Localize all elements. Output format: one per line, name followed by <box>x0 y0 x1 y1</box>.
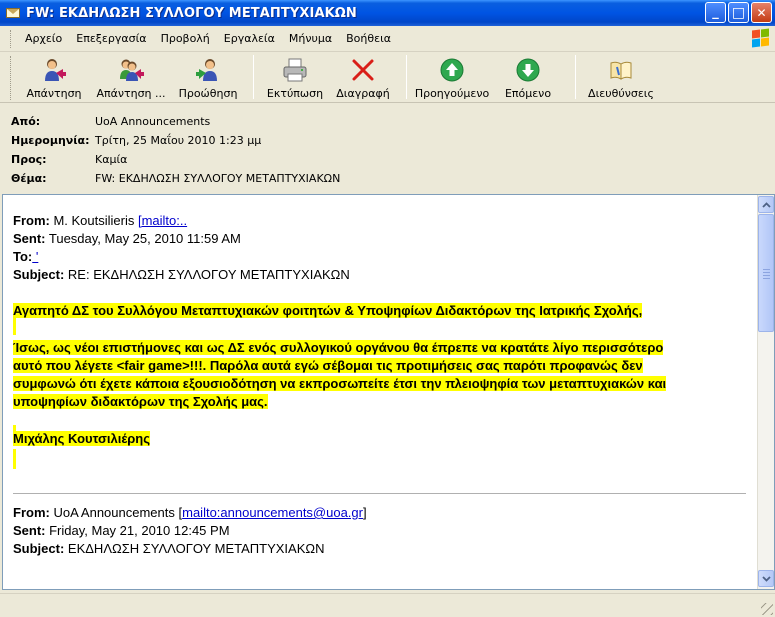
forward-button[interactable]: Προώθηση <box>171 53 245 101</box>
original-sent-line: Sent: Friday, May 21, 2010 12:45 PM <box>13 523 230 538</box>
from-value: UoA Announcements <box>95 114 211 128</box>
toolbar: Απάντηση Απάντηση ... Προώθηση Εκτύπωση … <box>0 53 775 103</box>
to-label: Προς: <box>11 152 47 166</box>
subject-value: FW: ΕΚΔΗΛΩΣΗ ΣΥΛΛΟΓΟΥ ΜΕΤΑΠΤΥΧΙΑΚΩΝ <box>95 171 341 185</box>
reply-label: Απάντηση <box>26 87 82 100</box>
quoted-subject-line: Subject: RE: ΕΚΔΗΛΩΣΗ ΣΥΛΛΟΓΟΥ ΜΕΤΑΠΤΥΧΙ… <box>13 267 350 282</box>
quoted-to-link[interactable]: ' <box>32 249 38 264</box>
scroll-down-button[interactable] <box>758 570 774 587</box>
quoted-sent-line: Sent: Tuesday, May 25, 2010 11:59 AM <box>13 231 241 246</box>
forward-label: Προώθηση <box>178 87 238 100</box>
delete-button[interactable]: Διαγραφή <box>328 53 398 101</box>
resize-grip[interactable] <box>761 603 773 615</box>
delete-label: Διαγραφή <box>336 87 390 100</box>
message-header: Από: UoA Announcements Ημερομηνία: Τρίτη… <box>0 104 775 190</box>
arrow-up-icon <box>439 57 465 83</box>
close-button[interactable]: ✕ <box>751 2 772 23</box>
reply-button[interactable]: Απάντηση <box>17 53 91 101</box>
menu-help[interactable]: Βοήθεια <box>340 30 397 47</box>
maximize-button[interactable]: □ <box>728 2 749 23</box>
menu-message[interactable]: Μήνυμα <box>283 30 338 47</box>
toolbar-separator <box>575 55 576 99</box>
menu-bar: Αρχείο Επεξεργασία Προβολή Εργαλεία Μήνυ… <box>0 26 775 52</box>
menu-view[interactable]: Προβολή <box>155 30 216 47</box>
menu-edit[interactable]: Επεξεργασία <box>70 30 152 47</box>
windows-logo-icon <box>749 27 771 51</box>
reply-all-icon <box>118 57 144 83</box>
toolbar-separator <box>406 55 407 99</box>
delete-x-icon <box>350 57 376 83</box>
date-label: Ημερομηνία: <box>11 133 90 147</box>
from-label: Από: <box>11 114 41 128</box>
chevron-up-icon <box>761 201 771 208</box>
body-paragraph-line-2: αυτό που λέγετε <fair game>!!!. Παρόλα α… <box>13 358 643 373</box>
quoted-to-line: To: ' <box>13 249 39 264</box>
toolbar-separator <box>253 55 254 99</box>
menu-tools[interactable]: Εργαλεία <box>218 30 281 47</box>
quote-divider <box>13 493 746 494</box>
window-title: FW: ΕΚΔΗΛΩΣΗ ΣΥΛΛΟΓΟΥ ΜΕΤΑΠΤΥΧΙΑΚΩΝ <box>26 5 357 21</box>
arrow-down-icon <box>515 57 541 83</box>
next-label: Επόμενο <box>504 87 552 100</box>
body-paragraph-line-3: συμφωνώ ότι έχετε κάποια εξουσιοδότηση ν… <box>13 376 667 391</box>
mail-message-icon <box>5 5 21 21</box>
vertical-scrollbar[interactable] <box>757 195 774 589</box>
next-button[interactable]: Επόμενο <box>489 53 567 101</box>
to-value: Καμία <box>95 152 128 166</box>
status-bar <box>0 593 775 617</box>
menu-grip[interactable] <box>10 29 13 48</box>
previous-label: Προηγούμενο <box>414 87 490 100</box>
scroll-up-button[interactable] <box>758 196 774 213</box>
header-to-row: Προς: Καμία <box>11 150 127 168</box>
original-subject-line: Subject: ΕΚΔΗΛΩΣΗ ΣΥΛΛΟΓΟΥ ΜΕΤΑΠΤΥΧΙΑΚΩΝ <box>13 541 325 556</box>
highlight-marker <box>13 317 16 335</box>
quoted-from-link[interactable]: [mailto:.. <box>138 213 187 228</box>
header-subject-row: Θέμα: FW: ΕΚΔΗΛΩΣΗ ΣΥΛΛΟΓΟΥ ΜΕΤΑΠΤΥΧΙΑΚΩ… <box>11 169 340 187</box>
original-from-line: From: UoA Announcements [mailto:announce… <box>13 505 367 520</box>
reply-icon <box>41 57 67 83</box>
reply-all-label: Απάντηση ... <box>96 87 166 100</box>
original-from-link[interactable]: mailto:announcements@uoa.gr <box>182 505 363 520</box>
highlight-marker <box>13 449 16 469</box>
addresses-label: Διευθύνσεις <box>588 87 654 100</box>
header-from-row: Από: UoA Announcements <box>11 112 210 130</box>
printer-icon <box>282 57 308 83</box>
minimize-button[interactable]: _ <box>705 2 726 23</box>
menu-file[interactable]: Αρχείο <box>19 30 68 47</box>
subject-label: Θέμα: <box>11 171 47 185</box>
previous-button[interactable]: Προηγούμενο <box>415 53 489 101</box>
forward-icon <box>195 57 221 83</box>
title-bar[interactable]: FW: ΕΚΔΗΛΩΣΗ ΣΥΛΛΟΓΟΥ ΜΕΤΑΠΤΥΧΙΑΚΩΝ _ □ … <box>0 0 775 26</box>
chevron-down-icon <box>761 575 771 582</box>
quoted-from-line: From: M. Koutsilieris [mailto:.. <box>13 213 188 228</box>
header-date-row: Ημερομηνία: Τρίτη, 25 Μαΐου 2010 1:23 μμ <box>11 131 261 149</box>
body-paragraph-line-1: Ίσως, ως νέοι επιστήμονες και ως ΔΣ ενός… <box>13 340 664 355</box>
body-signature: Μιχάλης Κουτσιλιέρης <box>13 431 150 446</box>
print-button[interactable]: Εκτύπωση <box>262 53 328 101</box>
body-greeting: Αγαπητό ΔΣ του Συλλόγου Μεταπτυχιακών φο… <box>13 303 643 318</box>
print-label: Εκτύπωση <box>266 87 324 100</box>
toolbar-grip[interactable] <box>10 56 13 100</box>
date-value: Τρίτη, 25 Μαΐου 2010 1:23 μμ <box>95 133 262 147</box>
message-body[interactable]: From: M. Koutsilieris [mailto:.. Sent: T… <box>2 194 775 590</box>
scroll-thumb[interactable] <box>758 214 774 332</box>
body-paragraph-line-4: υποψηφίων διδακτόρων της Σχολής μας. <box>13 394 268 409</box>
reply-all-button[interactable]: Απάντηση ... <box>91 53 171 101</box>
address-book-icon <box>608 57 634 83</box>
addresses-button[interactable]: Διευθύνσεις <box>584 53 658 101</box>
